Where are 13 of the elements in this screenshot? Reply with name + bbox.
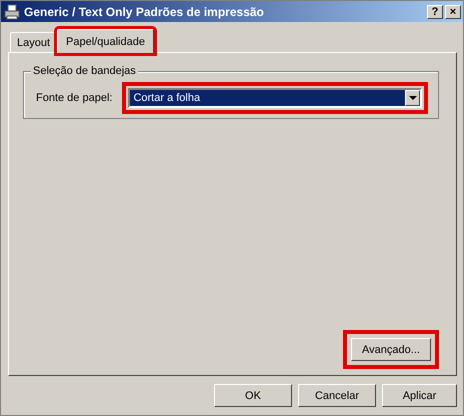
paper-source-dropdown[interactable]: Cortar a folha	[128, 88, 422, 108]
caret-icon	[408, 96, 416, 100]
group-title: Seleção de bandejas	[31, 65, 138, 77]
printer-icon	[4, 4, 20, 20]
advanced-button[interactable]: Avançado...	[351, 338, 431, 361]
field-label: Fonte de papel:	[36, 92, 112, 104]
apply-button[interactable]: Aplicar	[382, 384, 457, 407]
help-button[interactable]: ?	[427, 4, 443, 18]
ok-button[interactable]: OK	[214, 384, 292, 407]
tab[interactable]: Papel/qualidade	[57, 29, 154, 53]
cancel-button[interactable]: Cancelar	[298, 384, 376, 407]
window-title: Generic / Text Only Padrões de impressão	[24, 4, 265, 18]
close-button[interactable]: ×	[445, 4, 461, 18]
